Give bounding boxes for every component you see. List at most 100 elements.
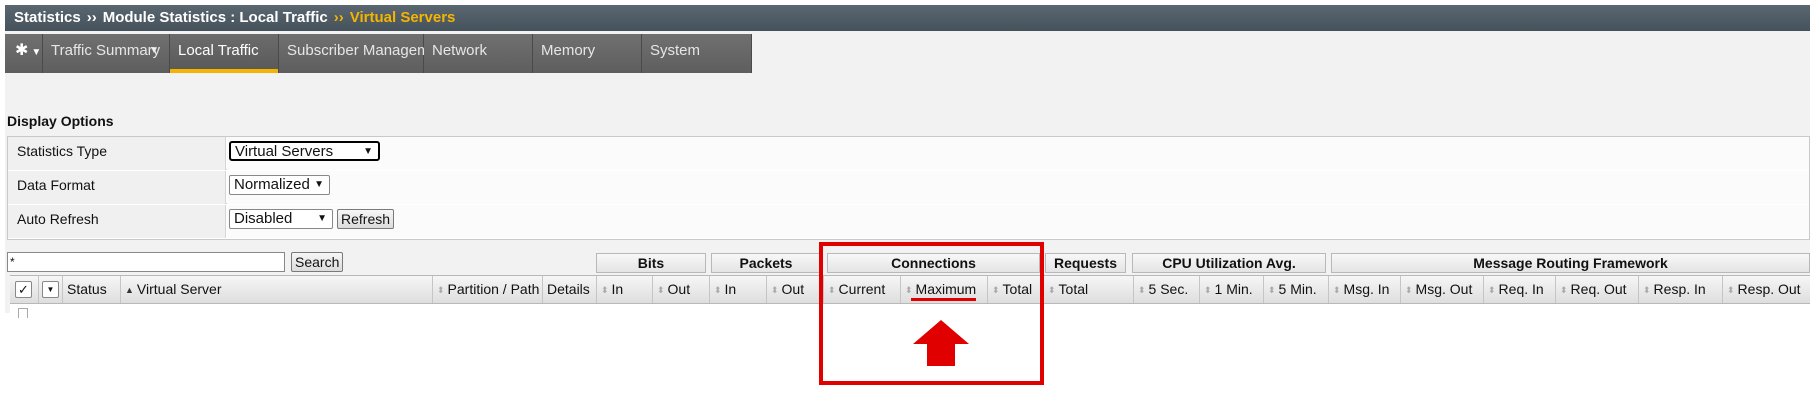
chevron-down-icon: ▼ (149, 45, 159, 56)
data-format-select[interactable]: Normalized ▼ (229, 175, 330, 195)
row-checkbox[interactable] (18, 308, 28, 318)
option-value-cell: Normalized ▼ (227, 171, 1809, 204)
sort-icon: ⬍ (1268, 285, 1276, 295)
column-cpu-5sec-label: 5 Sec. (1148, 281, 1189, 297)
sort-icon: ⬍ (1405, 285, 1413, 295)
status-filter-dropdown[interactable]: ▼ (42, 281, 59, 298)
tab-network[interactable]: Network (424, 34, 533, 73)
breadcrumb-item-statistics[interactable]: Statistics (14, 9, 81, 26)
column-virtual-server[interactable]: ▲ Virtual Server (121, 276, 433, 303)
column-msg-out-label: Msg. Out (1415, 281, 1473, 297)
group-header-requests: Requests (1045, 253, 1126, 273)
column-bits-in[interactable]: ⬍ In (597, 276, 653, 303)
column-packets-out[interactable]: ⬍ Out (767, 276, 824, 303)
gear-icon: ✱ (15, 42, 29, 59)
tab-label: Traffic Summary (51, 42, 161, 59)
settings-menu-button[interactable]: ✱ ▼ (5, 34, 43, 73)
sort-icon: ⬍ (1333, 285, 1341, 295)
tab-subscriber-management[interactable]: Subscriber Management (279, 34, 450, 73)
column-details: Details (543, 276, 597, 303)
group-header-cpu: CPU Utilization Avg. (1132, 253, 1326, 273)
column-packets-in-label: In (724, 281, 737, 297)
sort-icon: ⬍ (1488, 285, 1496, 295)
tab-label: Local Traffic (178, 42, 259, 59)
chevron-down-icon: ▼ (31, 47, 42, 58)
tab-local-traffic[interactable]: Local Traffic (170, 34, 279, 73)
column-msg-out[interactable]: ⬍ Msg. Out (1401, 276, 1484, 303)
column-cpu-5min[interactable]: ⬍ 5 Min. (1264, 276, 1329, 303)
column-req-in[interactable]: ⬍ Req. In (1484, 276, 1556, 303)
select-all-cell: ✓ (10, 276, 39, 303)
column-requests-total[interactable]: ⬍ Total (1044, 276, 1134, 303)
search-button[interactable]: Search (291, 252, 344, 272)
sort-icon: ⬍ (657, 285, 665, 295)
group-header-message-routing: Message Routing Framework (1331, 253, 1810, 273)
column-packets-out-label: Out (781, 281, 805, 297)
breadcrumb-item-module-statistics[interactable]: Module Statistics : Local Traffic (103, 9, 328, 26)
option-label: Auto Refresh (8, 205, 226, 238)
tab-label: Memory (541, 42, 596, 59)
column-details-label: Details (547, 281, 590, 297)
column-resp-out[interactable]: ⬍ Resp. Out (1723, 276, 1810, 303)
search-input[interactable]: * (7, 252, 285, 272)
column-cpu-5sec[interactable]: ⬍ 5 Sec. (1134, 276, 1200, 303)
column-msg-in[interactable]: ⬍ Msg. In (1329, 276, 1401, 303)
chevron-down-icon: ▼ (317, 213, 327, 224)
column-req-out[interactable]: ⬍ Req. Out (1556, 276, 1639, 303)
display-options-panel: Statistics Type Virtual Servers ▼ Data F… (7, 136, 1810, 240)
breadcrumb-current: Virtual Servers (349, 9, 456, 26)
column-req-in-label: Req. In (1498, 281, 1544, 297)
column-msg-in-label: Msg. In (1343, 281, 1390, 297)
tab-memory[interactable]: Memory (533, 34, 642, 73)
tab-label: System (650, 42, 701, 59)
option-row-statistics-type: Statistics Type Virtual Servers ▼ (8, 137, 1809, 170)
tab-system[interactable]: System (642, 34, 752, 73)
sort-icon: ⬍ (1727, 285, 1735, 295)
tab-bar: ✱ ▼ Traffic Summary ▼ Local Traffic Subsc… (5, 34, 1810, 73)
display-options-title: Display Options (7, 113, 114, 129)
sort-icon: ⬍ (1048, 285, 1056, 295)
sort-icon: ⬍ (437, 285, 445, 295)
column-resp-in[interactable]: ⬍ Resp. In (1639, 276, 1723, 303)
sort-ascending-icon: ▲ (125, 285, 134, 295)
column-virtual-server-label: Virtual Server (136, 281, 222, 297)
option-row-auto-refresh: Auto Refresh Disabled ▼ Refresh (8, 205, 1809, 238)
option-label: Data Format (8, 171, 226, 204)
refresh-button[interactable]: Refresh (337, 209, 395, 229)
select-value: Virtual Servers (235, 143, 334, 160)
column-packets-in[interactable]: ⬍ In (710, 276, 767, 303)
column-bits-out[interactable]: ⬍ Out (653, 276, 710, 303)
select-all-checkbox[interactable]: ✓ (15, 281, 32, 298)
group-header-bits: Bits (596, 253, 706, 273)
auto-refresh-select[interactable]: Disabled ▼ (229, 209, 333, 229)
column-partition-path[interactable]: ⬍ Partition / Path (433, 276, 543, 303)
sort-icon: ⬍ (1138, 285, 1146, 295)
tab-traffic-summary[interactable]: Traffic Summary ▼ (43, 34, 170, 73)
column-partition-path-label: Partition / Path (447, 281, 540, 297)
column-bits-out-label: Out (667, 281, 691, 297)
column-requests-total-label: Total (1058, 281, 1089, 297)
option-label: Statistics Type (8, 137, 226, 170)
group-header-packets: Packets (711, 253, 821, 273)
option-value-cell: Virtual Servers ▼ (227, 137, 1809, 170)
column-cpu-1min[interactable]: ⬍ 1 Min. (1200, 276, 1264, 303)
breadcrumb-separator: ›› (333, 9, 344, 26)
status-filter-cell: ▼ (39, 276, 63, 303)
arrow-up-icon (913, 320, 969, 366)
column-resp-in-label: Resp. In (1653, 281, 1706, 297)
sort-icon: ⬍ (771, 285, 779, 295)
column-resp-out-label: Resp. Out (1737, 281, 1801, 297)
sort-icon: ⬍ (1560, 285, 1568, 295)
column-bits-in-label: In (611, 281, 624, 297)
breadcrumb-separator: ›› (86, 9, 97, 26)
sort-icon: ⬍ (1204, 285, 1212, 295)
column-cpu-5min-label: 5 Min. (1278, 281, 1317, 297)
column-status: Status (63, 276, 121, 303)
sort-icon: ⬍ (714, 285, 722, 295)
breadcrumb: Statistics ›› Module Statistics : Local Tr… (5, 5, 1810, 31)
statistics-type-select[interactable]: Virtual Servers ▼ (229, 141, 380, 161)
highlight-underline (911, 298, 976, 301)
column-req-out-label: Req. Out (1570, 281, 1627, 297)
chevron-down-icon: ▼ (314, 179, 324, 190)
sort-icon: ⬍ (1643, 285, 1651, 295)
